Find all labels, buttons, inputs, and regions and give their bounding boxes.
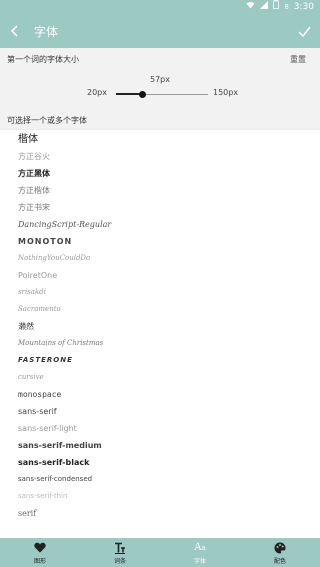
- nav-item-color[interactable]: 配色: [240, 538, 320, 567]
- font-option[interactable]: 濑然: [0, 318, 320, 335]
- font-option[interactable]: sans-serif-medium: [0, 437, 320, 454]
- reset-button[interactable]: 重置: [290, 54, 306, 65]
- font-option[interactable]: 楷体: [0, 131, 320, 148]
- font-option[interactable]: NothingYouCouldDo: [0, 250, 320, 267]
- wifi-icon: [246, 0, 255, 14]
- font-option[interactable]: 方正谷火: [0, 148, 320, 165]
- slider-thumb[interactable]: [138, 90, 146, 98]
- font-list-panel: 可选择一个或多个字体 楷体 方正谷火 方正黑体 方正楷体 方正书宋 DancingScri…: [0, 108, 320, 538]
- font-option[interactable]: FASTERONE: [0, 352, 320, 369]
- font-list[interactable]: 楷体 方正谷火 方正黑体 方正楷体 方正书宋 DancingScript-Regular M…: [0, 131, 320, 522]
- bottom-nav: 图形 词条 Aa 字体 配色: [0, 538, 320, 567]
- signal-icon: [260, 0, 269, 14]
- font-option[interactable]: 方正楷体: [0, 182, 320, 199]
- nav-label-shape: 图形: [33, 557, 46, 565]
- font-option[interactable]: srisakdi: [0, 284, 320, 301]
- font-option[interactable]: PoiretOne: [0, 267, 320, 284]
- app-bar: 字体: [0, 14, 320, 48]
- nav-item-words[interactable]: 词条: [80, 538, 160, 567]
- font-option[interactable]: monospace: [0, 386, 320, 403]
- font-option[interactable]: sans-serif-black: [0, 454, 320, 471]
- font-option[interactable]: DancingScript-Regular: [0, 216, 320, 233]
- palette-icon: [274, 541, 286, 555]
- font-option[interactable]: Mountains of Christmas: [0, 335, 320, 352]
- battery-level: 8: [284, 3, 289, 11]
- page-title: 字体: [34, 24, 59, 39]
- back-button[interactable]: [0, 14, 30, 48]
- font-size-max-label: 150px: [213, 88, 239, 97]
- chevron-left-icon: [10, 22, 20, 41]
- font-list-header: 可选择一个或多个字体: [0, 108, 320, 130]
- font-option[interactable]: sans-serif-thin: [0, 488, 320, 505]
- nav-label-font: 字体: [193, 557, 206, 565]
- font-option[interactable]: cursive: [0, 369, 320, 386]
- nav-item-font[interactable]: Aa 字体: [160, 538, 240, 567]
- nav-item-shape[interactable]: 图形: [0, 538, 80, 567]
- font-size-slider[interactable]: [116, 90, 208, 98]
- font-size-value: 57px: [150, 75, 170, 84]
- font-size-panel: 第一个词的字体大小 重置 57px: [0, 48, 320, 108]
- font-option[interactable]: 方正黑体: [0, 165, 320, 182]
- heart-icon: [34, 541, 46, 555]
- font-option[interactable]: sans-serif-condensed: [0, 471, 320, 488]
- check-icon: [297, 22, 311, 41]
- font-option[interactable]: Sacramento: [0, 301, 320, 318]
- status-bar: 8 3:30: [0, 0, 320, 14]
- confirm-button[interactable]: [288, 14, 320, 48]
- font-option[interactable]: sans-serif: [0, 403, 320, 420]
- text-size-icon: [114, 541, 126, 555]
- nav-label-color: 配色: [273, 557, 286, 565]
- font-option[interactable]: sans-serif-light: [0, 420, 320, 437]
- font-size-min-label: 20px: [87, 88, 107, 97]
- battery-icon: [273, 0, 280, 14]
- status-time: 3:30: [293, 2, 314, 12]
- font-icon: Aa: [194, 541, 206, 553]
- nav-label-words: 词条: [113, 557, 126, 565]
- list-fade: [0, 508, 320, 538]
- font-size-label: 第一个词的字体大小: [7, 55, 79, 64]
- font-option[interactable]: MONOTON: [0, 233, 320, 250]
- font-option[interactable]: 方正书宋: [0, 199, 320, 216]
